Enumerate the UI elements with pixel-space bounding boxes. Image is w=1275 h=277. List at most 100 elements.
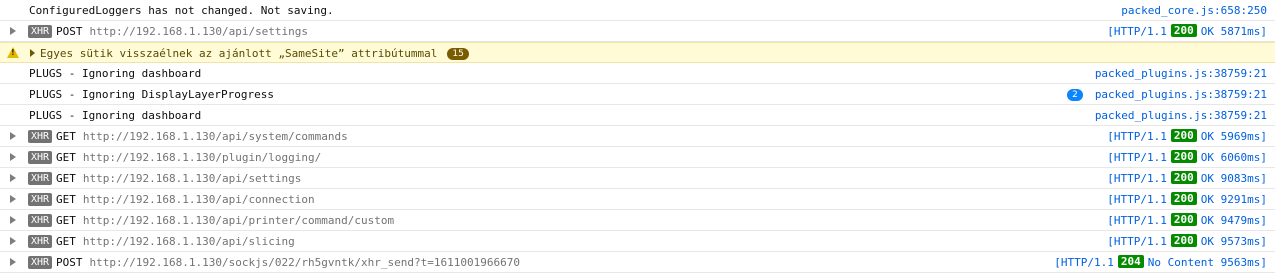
console-output: ConfiguredLoggers has not changed. Not s…: [0, 0, 1275, 277]
status-text-timing: OK 5871ms]: [1200, 25, 1267, 38]
xhr-badge: XHR: [28, 214, 53, 227]
log-message-text: PLUGS - Ignoring dashboard: [29, 67, 202, 80]
log-message-row: PLUGS - Ignoring dashboard packed_plugins…: [0, 63, 1275, 84]
network-request-row[interactable]: XHR GET http://192.168.1.130/api/settings […: [0, 168, 1275, 189]
response-status[interactable]: [HTTP/1.1 200 OK 9083ms]: [1107, 168, 1267, 189]
expand-arrow-icon[interactable]: [10, 195, 16, 203]
network-request-row[interactable]: XHR GET http://192.168.1.130/api/printer/c…: [0, 210, 1275, 231]
network-request-row[interactable]: XHR GET http://192.168.1.130/api/system/co…: [0, 126, 1275, 147]
request-method: POST: [56, 25, 83, 38]
request-method: POST: [56, 256, 83, 269]
request-line: GET http://192.168.1.130/api/connection: [56, 189, 315, 210]
network-request-row[interactable]: XHR POST http://192.168.1.130/api/settings…: [0, 21, 1275, 42]
request-url[interactable]: http://192.168.1.130/api/printer/command…: [83, 214, 394, 227]
expand-arrow-icon[interactable]: [10, 258, 16, 266]
status-code-badge: 204: [1117, 255, 1144, 268]
repeat-count-badge: 2: [1067, 89, 1083, 101]
response-status[interactable]: [HTTP/1.1 200 OK 5969ms]: [1107, 126, 1267, 147]
status-text-timing: OK 9291ms]: [1200, 193, 1267, 206]
request-url[interactable]: http://192.168.1.130/sockjs/022/rh5gvntk…: [90, 256, 520, 269]
log-message-text: ConfiguredLoggers has not changed. Not s…: [29, 4, 334, 17]
request-line: GET http://192.168.1.130/plugin/logging/: [56, 147, 321, 168]
request-line: GET http://192.168.1.130/api/printer/comm…: [56, 210, 394, 231]
expand-arrow-icon[interactable]: [10, 216, 16, 224]
network-request-row[interactable]: XHR GET http://192.168.1.130/api/slicing [H…: [0, 231, 1275, 252]
request-method: GET: [56, 235, 76, 248]
request-url[interactable]: http://192.168.1.130/api/system/commands: [83, 130, 348, 143]
status-text-timing: OK 9083ms]: [1200, 172, 1267, 185]
request-line: GET http://192.168.1.130/api/settings: [56, 168, 301, 189]
status-code-badge: 200: [1170, 24, 1197, 37]
http-protocol: [HTTP/1.1: [1107, 25, 1167, 38]
http-protocol: [HTTP/1.1: [1107, 172, 1167, 185]
message-source: packed_plugins.js:38759:21: [1095, 105, 1267, 126]
source-link[interactable]: packed_plugins.js:38759:21: [1095, 88, 1267, 101]
log-message-text: PLUGS - Ignoring DisplayLayerProgress: [29, 88, 275, 101]
status-code-badge: 200: [1170, 171, 1197, 184]
status-code-badge: 200: [1170, 129, 1197, 142]
status-code-badge: 200: [1170, 192, 1197, 205]
http-protocol: [HTTP/1.1: [1107, 214, 1167, 227]
status-code-badge: 200: [1170, 150, 1197, 163]
status-text-timing: OK 6060ms]: [1200, 151, 1267, 164]
status-code-badge: 200: [1170, 234, 1197, 247]
status-text-timing: No Content 9563ms]: [1147, 256, 1267, 269]
source-link[interactable]: packed_core.js:658:250: [1121, 4, 1267, 17]
request-url[interactable]: http://192.168.1.130/api/connection: [83, 193, 315, 206]
status-text-timing: OK 5969ms]: [1200, 130, 1267, 143]
request-line: POST http://192.168.1.130/sockjs/022/rh5g…: [56, 252, 520, 273]
expand-arrow-icon[interactable]: [10, 174, 16, 182]
expand-arrow-icon[interactable]: [10, 132, 16, 140]
log-message-row: PLUGS - Ignoring DisplayLayerProgress 2 pa…: [0, 84, 1275, 105]
response-status[interactable]: [HTTP/1.1 200 OK 5871ms]: [1107, 21, 1267, 42]
warning-message: Egyes sütik visszaélnek az ajánlott „Sam…: [40, 43, 469, 64]
message-source: packed_plugins.js:38759:21: [1095, 63, 1267, 84]
response-status[interactable]: [HTTP/1.1 200 OK 9573ms]: [1107, 231, 1267, 252]
warning-triangle-icon: [7, 47, 19, 58]
log-message-row: PLUGS - Ignoring dashboard packed_plugins…: [0, 105, 1275, 126]
request-url[interactable]: http://192.168.1.130/api/settings: [83, 172, 302, 185]
request-line: GET http://192.168.1.130/api/system/comma…: [56, 126, 348, 147]
http-protocol: [HTTP/1.1: [1107, 130, 1167, 143]
network-request-row[interactable]: XHR POST http://192.168.1.130/sockjs/022/r…: [0, 252, 1275, 273]
request-url[interactable]: http://192.168.1.130/api/slicing: [83, 235, 295, 248]
log-message-row: ConfiguredLoggers has not changed. Not s…: [0, 0, 1275, 21]
response-status[interactable]: [HTTP/1.1 200 OK 9291ms]: [1107, 189, 1267, 210]
request-method: GET: [56, 151, 76, 164]
status-code-badge: 200: [1170, 213, 1197, 226]
xhr-badge: XHR: [28, 256, 53, 269]
expand-arrow-icon[interactable]: [10, 237, 16, 245]
response-status[interactable]: [HTTP/1.1 200 OK 9479ms]: [1107, 210, 1267, 231]
expand-arrow-icon[interactable]: [10, 153, 16, 161]
source-link[interactable]: packed_plugins.js:38759:21: [1095, 109, 1267, 122]
request-line: GET http://192.168.1.130/api/slicing: [56, 231, 295, 252]
response-status[interactable]: [HTTP/1.1 204 No Content 9563ms]: [1054, 252, 1267, 273]
http-protocol: [HTTP/1.1: [1054, 256, 1114, 269]
message-source: packed_core.js:658:250: [1121, 0, 1267, 21]
request-method: GET: [56, 193, 76, 206]
log-message-text: PLUGS - Ignoring dashboard: [29, 109, 202, 122]
expand-arrow-icon[interactable]: [10, 27, 16, 35]
message-source: 2 packed_plugins.js:38759:21: [1067, 84, 1267, 105]
warning-message-row[interactable]: Egyes sütik visszaélnek az ajánlott „Sam…: [0, 42, 1275, 63]
http-protocol: [HTTP/1.1: [1107, 151, 1167, 164]
warning-count-badge: 15: [447, 48, 469, 60]
request-url[interactable]: http://192.168.1.130/api/settings: [90, 25, 309, 38]
xhr-badge: XHR: [28, 193, 53, 206]
request-method: GET: [56, 130, 76, 143]
warning-text: Egyes sütik visszaélnek az ajánlott „Sam…: [40, 47, 438, 60]
network-request-row[interactable]: XHR GET http://192.168.1.130/plugin/loggin…: [0, 147, 1275, 168]
expand-arrow-icon[interactable]: [30, 49, 35, 57]
network-request-row[interactable]: XHR GET http://192.168.1.130/api/connectio…: [0, 189, 1275, 210]
xhr-badge: XHR: [28, 130, 53, 143]
http-protocol: [HTTP/1.1: [1107, 193, 1167, 206]
request-method: GET: [56, 214, 76, 227]
source-link[interactable]: packed_plugins.js:38759:21: [1095, 67, 1267, 80]
xhr-badge: XHR: [28, 151, 53, 164]
request-url[interactable]: http://192.168.1.130/plugin/logging/: [83, 151, 321, 164]
status-text-timing: OK 9573ms]: [1200, 235, 1267, 248]
response-status[interactable]: [HTTP/1.1 200 OK 6060ms]: [1107, 147, 1267, 168]
request-line: POST http://192.168.1.130/api/settings: [56, 21, 308, 42]
xhr-badge: XHR: [28, 235, 53, 248]
xhr-badge: XHR: [28, 25, 53, 38]
